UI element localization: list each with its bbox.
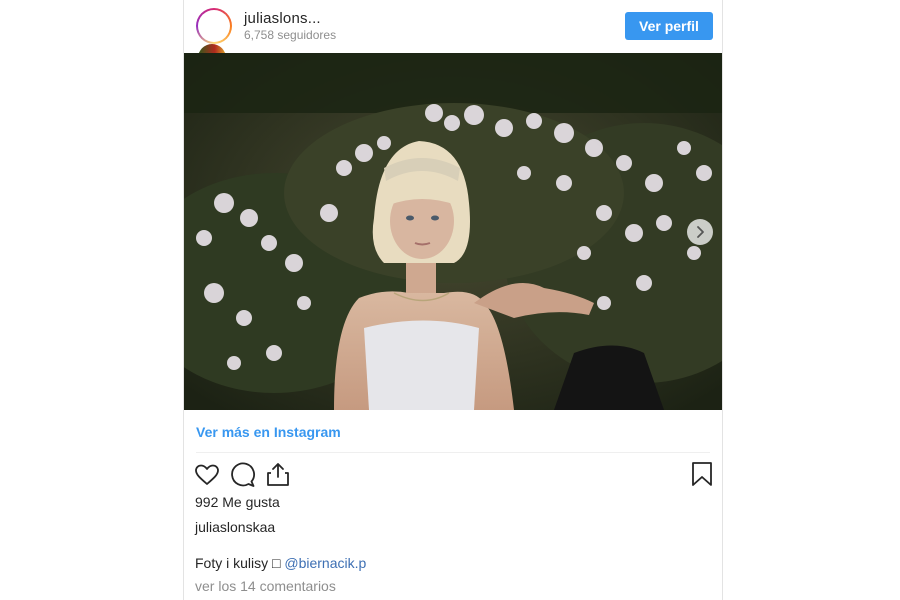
divider <box>196 452 710 453</box>
post-owner-username[interactable]: juliaslonskaa <box>195 519 275 535</box>
comment-icon[interactable] <box>230 462 256 488</box>
bookmark-icon[interactable] <box>689 461 715 487</box>
view-comments-link[interactable]: ver los 14 comentarios <box>195 578 336 594</box>
post-photo[interactable] <box>184 53 722 410</box>
share-icon[interactable] <box>265 461 291 487</box>
post-header: juliaslons... 6,758 seguidores Ver perfi… <box>184 0 722 58</box>
page: juliaslons... 6,758 seguidores Ver perfi… <box>0 0 900 600</box>
next-photo-button[interactable] <box>687 219 713 245</box>
username[interactable]: juliaslons... <box>244 10 321 27</box>
caption-text: Foty i kulisy □ <box>195 555 281 571</box>
avatar-image <box>198 10 230 42</box>
view-profile-button[interactable]: Ver perfil <box>625 12 713 40</box>
follower-count: 6,758 seguidores <box>244 28 337 42</box>
post-photo-image <box>184 53 722 410</box>
avatar[interactable] <box>196 8 232 44</box>
chevron-right-icon <box>697 226 704 238</box>
post-caption: Foty i kulisy □ @biernacik.p <box>195 555 366 571</box>
like-count[interactable]: 992 Me gusta <box>195 494 280 510</box>
instagram-embed-card: juliaslons... 6,758 seguidores Ver perfi… <box>183 0 723 600</box>
caption-mention-link[interactable]: @biernacik.p <box>284 555 366 571</box>
view-more-on-instagram-link[interactable]: Ver más en Instagram <box>196 424 341 440</box>
heart-icon[interactable] <box>194 462 220 488</box>
